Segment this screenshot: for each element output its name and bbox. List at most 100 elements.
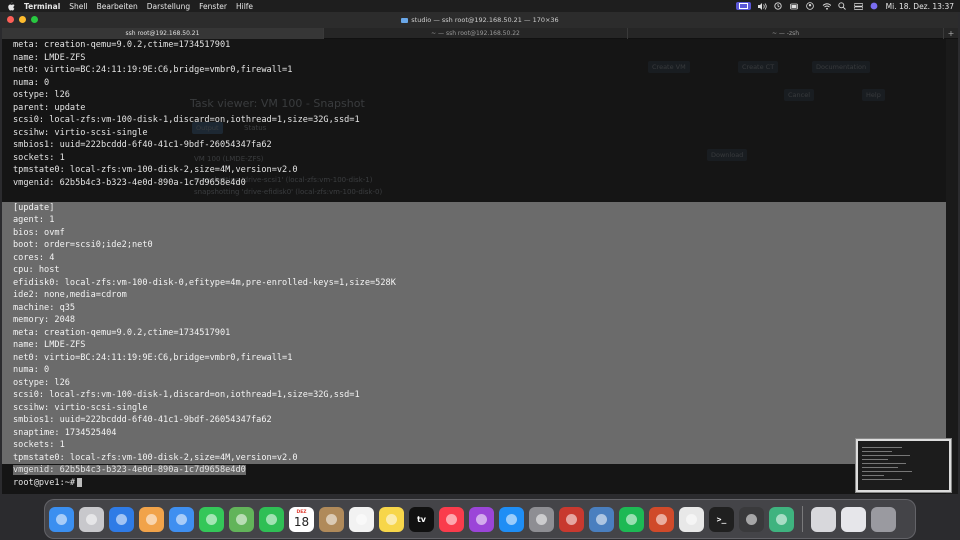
terminal-line-text: scsihw: virtio-scsi-single: [13, 127, 148, 138]
trash-icon[interactable]: [871, 506, 896, 532]
tab-ssh-50-21[interactable]: ssh root@192.168.50.21: [2, 28, 324, 39]
terminal-line: snaptime: 1734525404: [2, 426, 946, 439]
control-center-icon[interactable]: [853, 2, 863, 10]
game-glyph: [656, 513, 667, 525]
terminal-line: net0: virtio=BC:24:11:19:9E:C6,bridge=vm…: [2, 351, 946, 364]
notes-icon[interactable]: [379, 506, 404, 532]
terminal-line-text: [update]: [13, 202, 55, 213]
dock-separator: [802, 506, 803, 532]
volume-icon[interactable]: [757, 2, 767, 10]
sync-icon[interactable]: [769, 506, 794, 532]
terminal-line: net0: virtio=BC:24:11:19:9E:C6,bridge=vm…: [2, 64, 946, 77]
terminal-line-text: smbios1: uuid=222bcddd-6f40-41c1-9bdf-26…: [13, 140, 272, 150]
game-icon[interactable]: [649, 506, 674, 532]
messages-icon[interactable]: [199, 506, 224, 532]
calculator-icon[interactable]: [739, 506, 764, 532]
mail-glyph: [176, 513, 187, 525]
document-icon[interactable]: [841, 506, 866, 532]
calendar-day: 18: [293, 514, 310, 529]
new-tab-button[interactable]: +: [944, 28, 958, 38]
terminal-line: scsi0: local-zfs:vm-100-disk-1,discard=o…: [2, 389, 946, 402]
menu-darstellung[interactable]: Darstellung: [147, 2, 190, 11]
terminal-scrollbar[interactable]: [946, 39, 958, 494]
terminal-line-text: efidisk0: local-zfs:vm-100-disk-0,efityp…: [13, 277, 396, 288]
window-title-text: studio — ssh root@192.168.50.21 — 170×36: [411, 16, 559, 24]
menu-bearbeiten[interactable]: Bearbeiten: [97, 2, 138, 11]
quicktime-icon[interactable]: [589, 506, 614, 532]
terminal-line: meta: creation-qemu=9.0.2,ctime=17345179…: [2, 326, 946, 339]
reminders-icon[interactable]: [349, 506, 374, 532]
search-icon[interactable]: [838, 2, 847, 10]
facetime-glyph: [266, 513, 277, 525]
dock-icon-label: >_: [716, 514, 727, 524]
tab-label: ~ — ssh root@192.168.50.22: [431, 30, 520, 37]
tab-label: ~ — -zsh: [771, 30, 800, 37]
app-store-glyph: [506, 513, 517, 525]
system-settings-icon[interactable]: [529, 506, 554, 532]
dock: DEZ 18 tv >_: [44, 499, 916, 539]
calendar-icon[interactable]: DEZ 18: [289, 506, 314, 532]
window-titlebar[interactable]: studio — ssh root@192.168.50.21 — 170×36: [2, 12, 958, 28]
finder-icon[interactable]: [49, 506, 74, 532]
terminal-icon[interactable]: >_: [709, 506, 734, 532]
mail-icon[interactable]: [169, 506, 194, 532]
tv-icon[interactable]: tv: [409, 506, 434, 532]
terminal-line-text: snaptime: 1734525404: [13, 427, 117, 438]
terminal-line-text: scsi0: local-zfs:vm-100-disk-1,discard=o…: [13, 115, 360, 125]
podcasts-glyph: [476, 513, 487, 525]
terminal-line: cores: 4: [2, 251, 946, 264]
screenshot-preview-thumbnail[interactable]: [855, 438, 952, 493]
spotify-glyph: [626, 513, 637, 525]
terminal-line: smbios1: uuid=222bcddd-6f40-41c1-9bdf-26…: [2, 139, 946, 152]
spotify-icon[interactable]: [619, 506, 644, 532]
user-icon[interactable]: [806, 2, 815, 10]
terminal-line-text: boot: order=scsi0;ide2;net0: [13, 240, 153, 250]
terminal-prompt-line[interactable]: root@pve1:~#: [2, 477, 946, 490]
chrome-icon[interactable]: [679, 506, 704, 532]
menu-shell[interactable]: Shell: [69, 2, 87, 11]
menu-fenster[interactable]: Fenster: [199, 2, 227, 11]
terminal-line: parent: update: [2, 102, 946, 115]
terminal-line: smbios1: uuid=222bcddd-6f40-41c1-9bdf-26…: [2, 414, 946, 427]
terminal-line-text: net0: virtio=BC:24:11:19:9E:C6,bridge=vm…: [13, 352, 293, 363]
time-machine-icon[interactable]: [774, 2, 783, 10]
screen-share-icon[interactable]: [735, 2, 751, 10]
vpn-icon[interactable]: [559, 506, 584, 532]
tab-zsh[interactable]: ~ — -zsh: [628, 28, 944, 39]
folder-icon: [401, 17, 409, 23]
contacts-icon[interactable]: [319, 506, 344, 532]
terminal-line: meta: creation-qemu=9.0.2,ctime=17345179…: [2, 39, 946, 52]
tab-label: ssh root@192.168.50.21: [125, 30, 200, 37]
music-glyph: [446, 513, 457, 525]
window-title: studio — ssh root@192.168.50.21 — 170×36: [2, 16, 958, 24]
terminal-output[interactable]: meta: creation-qemu=9.0.2,ctime=17345179…: [2, 39, 946, 489]
terminal-line-text: name: LMDE-ZFS: [13, 52, 86, 63]
wifi-icon[interactable]: [822, 2, 831, 10]
terminal-line: memory: 2048: [2, 314, 946, 327]
facetime-icon[interactable]: [259, 506, 284, 532]
terminal-line-text: scsihw: virtio-scsi-single: [13, 402, 148, 413]
terminal-window: studio — ssh root@192.168.50.21 — 170×36…: [2, 12, 958, 494]
music-icon[interactable]: [439, 506, 464, 532]
downloads-folder-icon[interactable]: [811, 506, 836, 532]
photos-icon[interactable]: [139, 506, 164, 532]
shell-prompt: root@pve1:~#: [13, 477, 76, 488]
apple-icon[interactable]: [6, 1, 15, 11]
menu-app-name[interactable]: Terminal: [24, 2, 60, 11]
terminal-line: sockets: 1: [2, 152, 946, 165]
podcasts-icon[interactable]: [469, 506, 494, 532]
launchpad-icon[interactable]: [79, 506, 104, 532]
vpn-glyph: [566, 513, 577, 525]
terminal-line-text: machine: q35: [13, 302, 76, 313]
menubar-clock[interactable]: Mi. 18. Dez. 13:37: [886, 2, 954, 11]
calculator-glyph: [746, 513, 757, 525]
menu-hilfe[interactable]: Hilfe: [236, 2, 253, 11]
siri-icon[interactable]: [870, 2, 879, 10]
safari-icon[interactable]: [109, 506, 134, 532]
terminal-content[interactable]: Task viewer: VM 100 - Snapshot Output St…: [2, 39, 946, 494]
app-store-icon[interactable]: [499, 506, 524, 532]
maps-icon[interactable]: [229, 506, 254, 532]
tab-ssh-50-22[interactable]: ~ — ssh root@192.168.50.22: [324, 28, 628, 39]
battery-icon[interactable]: [789, 2, 799, 10]
